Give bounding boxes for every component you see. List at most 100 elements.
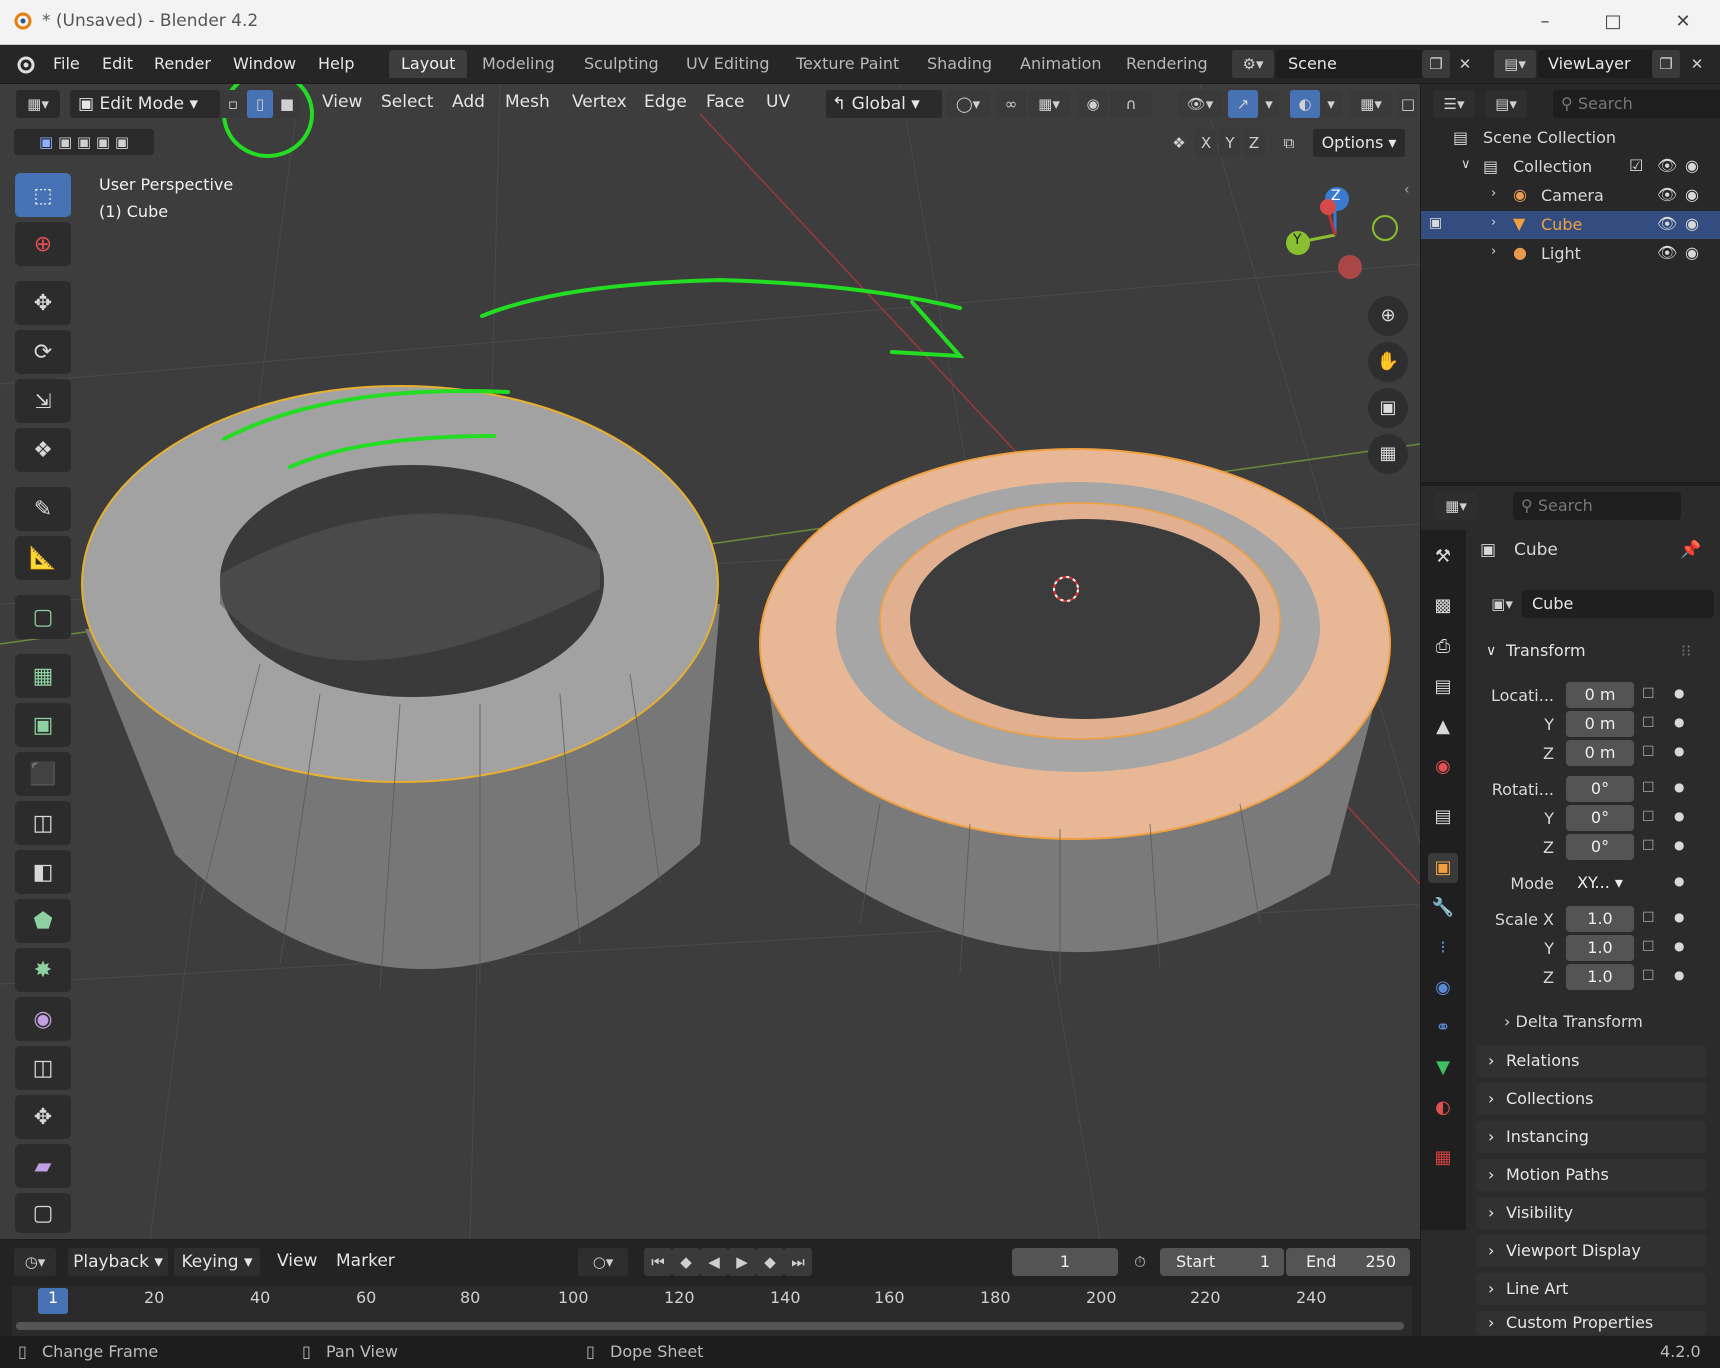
lock-icon[interactable]: ☐ <box>1642 809 1655 825</box>
collections-panel[interactable]: › Collections <box>1476 1083 1706 1115</box>
properties-search[interactable]: ⚲ Search <box>1513 492 1681 520</box>
keyframe-dot-icon[interactable]: ● <box>1674 686 1684 700</box>
rotation-y-field[interactable]: 0° <box>1566 805 1634 831</box>
prev-keyframe-icon[interactable]: ◆ <box>672 1248 700 1276</box>
keyframe-dot-icon[interactable]: ● <box>1674 715 1684 729</box>
play-reverse-icon[interactable]: ◀ <box>700 1248 728 1276</box>
edge-select-icon[interactable]: ▯ <box>247 90 273 118</box>
jump-start-icon[interactable]: ⏮ <box>644 1248 672 1276</box>
scene-field[interactable]: Scene <box>1276 50 1428 78</box>
lock-icon[interactable]: ☐ <box>1642 686 1655 702</box>
mesh-edit-overlay-icon[interactable]: ▦▾ <box>1350 90 1392 118</box>
mirror-y-button[interactable]: Y <box>1219 129 1241 157</box>
outliner-item-cube[interactable]: ▣ › ▼ Cube 👁 ◉ <box>1421 211 1720 239</box>
texture-tab-icon[interactable]: ▦ <box>1428 1143 1458 1173</box>
scene-selector-icon[interactable]: ⚙▾ <box>1232 50 1274 78</box>
instancing-panel[interactable]: › Instancing <box>1476 1121 1706 1153</box>
material-tab-icon[interactable]: ◐ <box>1428 1093 1458 1123</box>
tab-texture-paint[interactable]: Texture Paint <box>784 50 911 78</box>
rip-region-tool[interactable]: ▢ <box>15 1193 71 1233</box>
play-icon[interactable]: ▶ <box>728 1248 756 1276</box>
orientation-dropdown[interactable]: ↰ Global ▾ <box>826 90 942 118</box>
tab-rendering[interactable]: Rendering <box>1114 50 1220 78</box>
tab-layout[interactable]: Layout <box>389 50 468 78</box>
keyframe-dot-icon[interactable]: ● <box>1674 874 1684 888</box>
delete-scene-icon[interactable]: ✕ <box>1452 50 1478 78</box>
edge-slide-tool[interactable]: ◫ <box>15 1046 71 1090</box>
add-cube-tool[interactable]: ▢ <box>15 595 71 639</box>
keyframe-dot-icon[interactable]: ● <box>1674 968 1684 982</box>
display-mode-icon[interactable]: ▤▾ <box>1485 90 1527 118</box>
snap-icon[interactable]: ∞ <box>996 90 1026 118</box>
shrink-fatten-tool[interactable]: ✥ <box>15 1095 71 1139</box>
spin-tool[interactable]: ✸ <box>15 948 71 992</box>
menu-add[interactable]: Add <box>452 92 485 112</box>
inset-tool[interactable]: ▣ <box>15 703 71 747</box>
tab-shading[interactable]: Shading <box>915 50 1004 78</box>
scale-y-field[interactable]: 1.0 <box>1566 935 1634 961</box>
view-layer-tab-icon[interactable]: ▤ <box>1428 672 1458 702</box>
custom-properties-panel[interactable]: › Custom Properties <box>1476 1311 1706 1335</box>
output-tab-icon[interactable]: ⎙ <box>1428 632 1458 662</box>
auto-keying-icon[interactable]: ○▾ <box>578 1248 628 1276</box>
menu-render[interactable]: Render <box>154 54 211 73</box>
3d-viewport[interactable] <box>0 84 1420 1239</box>
keying-menu[interactable]: Keying ▾ <box>174 1248 260 1276</box>
scale-x-field[interactable]: 1.0 <box>1566 906 1634 932</box>
camera-render-icon[interactable]: ◉ <box>1685 214 1699 233</box>
rotate-tool[interactable]: ⟳ <box>15 330 71 374</box>
delete-viewlayer-icon[interactable]: ✕ <box>1684 50 1710 78</box>
transform-tool[interactable]: ❖ <box>15 428 71 472</box>
poly-build-tool[interactable]: ⬟ <box>15 899 71 943</box>
auto-merge-icon[interactable]: ⧉ <box>1275 129 1303 157</box>
overlays-dropdown-icon[interactable]: ▾ <box>1321 90 1341 118</box>
pan-hand-icon[interactable]: ✋ <box>1368 342 1408 382</box>
mode-dropdown[interactable]: ▣ Edit Mode ▾ <box>70 90 220 118</box>
vertex-select-icon[interactable]: ▫ <box>220 90 246 118</box>
object-browse-icon[interactable]: ▣▾ <box>1482 590 1522 618</box>
annotate-tool[interactable]: ✎ <box>15 487 71 531</box>
collection-tab-icon[interactable]: ▤ <box>1428 802 1458 832</box>
menu-help[interactable]: Help <box>318 54 354 73</box>
rotation-x-field[interactable]: 0° <box>1566 776 1634 802</box>
gizmo-toggle-icon[interactable]: ↗ <box>1228 90 1258 118</box>
select-mode-buttons[interactable]: ▣ ▣ ▣ ▣ ▣ <box>14 129 154 155</box>
tab-animation[interactable]: Animation <box>1008 50 1114 78</box>
properties-type-icon[interactable]: ▦▾ <box>1435 492 1477 520</box>
outliner-search[interactable]: ⚲ Search <box>1553 90 1720 118</box>
mirror-icon[interactable]: ❖ <box>1165 129 1193 157</box>
drag-handle-icon[interactable]: ⁝⁝ <box>1681 635 1691 667</box>
shear-tool[interactable]: ▰ <box>15 1144 71 1188</box>
menu-edit[interactable]: Edit <box>102 54 133 73</box>
close-icon[interactable]: ✕ <box>1668 8 1698 36</box>
keyframe-dot-icon[interactable]: ● <box>1674 939 1684 953</box>
particles-tab-icon[interactable]: ⁝ <box>1428 933 1458 963</box>
transform-panel-header[interactable]: ∨ Transform ⁝⁝ <box>1476 635 1706 667</box>
viewlayer-selector-icon[interactable]: ▤▾ <box>1494 50 1536 78</box>
sidebar-toggle-icon[interactable]: ‹ <box>1404 182 1410 198</box>
timeline-type-icon[interactable]: ◷▾ <box>14 1248 56 1276</box>
eye-icon[interactable]: 👁 <box>1657 185 1677 204</box>
menu-face[interactable]: Face <box>706 92 744 112</box>
scale-z-field[interactable]: 1.0 <box>1566 964 1634 990</box>
render-tab-icon[interactable]: ▩ <box>1428 591 1458 621</box>
select-box-tool[interactable]: ⬚ <box>15 173 71 217</box>
relations-panel[interactable]: › Relations <box>1476 1045 1706 1077</box>
camera-render-icon[interactable]: ◉ <box>1685 185 1699 204</box>
outliner-item-light[interactable]: › ● Light 👁 ◉ <box>1421 240 1720 268</box>
keyframe-dot-icon[interactable]: ● <box>1674 780 1684 794</box>
line-art-panel[interactable]: › Line Art <box>1476 1273 1706 1305</box>
lock-icon[interactable]: ☐ <box>1642 715 1655 731</box>
camera-render-icon[interactable]: ◉ <box>1685 243 1699 262</box>
outliner-type-icon[interactable]: ☰▾ <box>1433 90 1475 118</box>
rotation-z-field[interactable]: 0° <box>1566 834 1634 860</box>
object-name-field[interactable]: Cube <box>1522 590 1714 618</box>
zoom-icon[interactable]: ⊕ <box>1368 296 1408 336</box>
lock-icon[interactable]: ☐ <box>1642 910 1655 926</box>
new-scene-icon[interactable]: ❐ <box>1422 50 1450 78</box>
location-x-field[interactable]: 0 m <box>1566 682 1634 708</box>
next-keyframe-icon[interactable]: ◆ <box>756 1248 784 1276</box>
overlays-toggle-icon[interactable]: ◐ <box>1290 90 1320 118</box>
navigation-gizmo[interactable]: Z Y <box>1270 180 1410 290</box>
timeline-scrollbar[interactable] <box>16 1322 1404 1330</box>
